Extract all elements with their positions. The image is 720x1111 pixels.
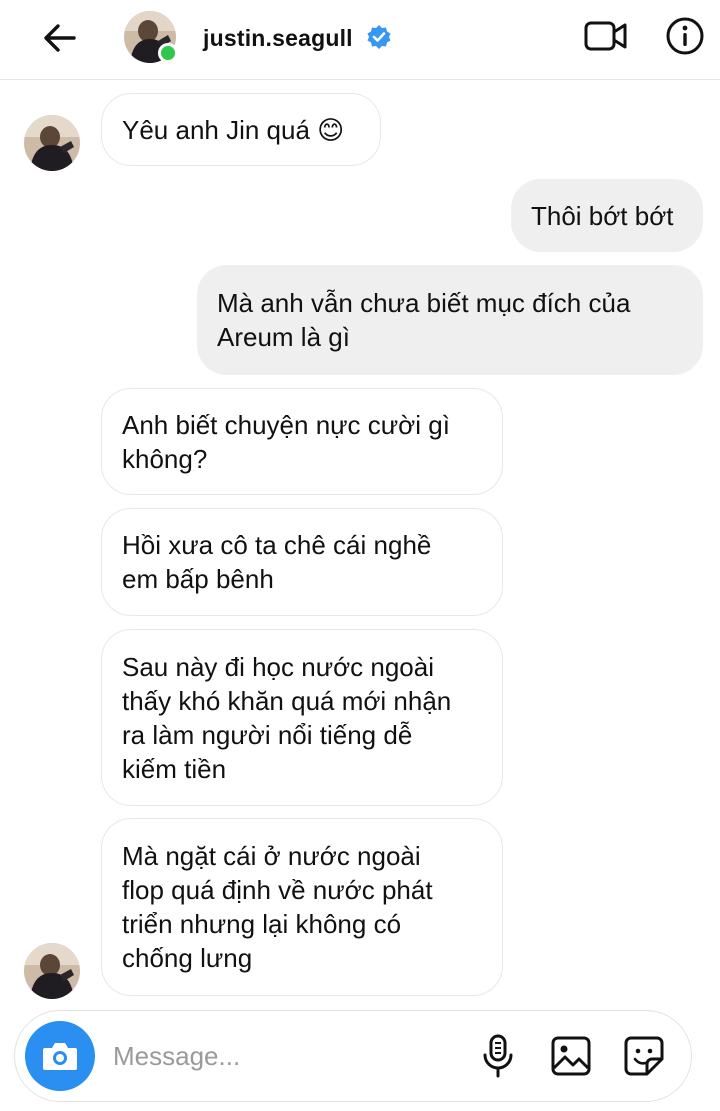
video-call-button[interactable]: [583, 16, 629, 56]
message-text: Hồi xưa cô ta chê cái nghề em bấp bênh: [122, 530, 432, 594]
message-input[interactable]: [113, 1031, 443, 1081]
voice-message-button[interactable]: [478, 1033, 518, 1079]
message-text: Yêu anh Jin quá 😊: [122, 114, 345, 145]
message-bubble-incoming[interactable]: Anh biết chuyện nực cười gì không?: [101, 388, 503, 495]
message-bubble-incoming[interactable]: Yêu anh Jin quá 😊: [101, 93, 381, 166]
camera-icon: [43, 1043, 77, 1070]
verified-badge-icon: [367, 25, 391, 49]
microphone-icon: [483, 1034, 513, 1078]
message-bubble-outgoing[interactable]: Mà anh vẫn chưa biết mục đích của Areum …: [197, 265, 703, 375]
sticker-icon: [624, 1036, 664, 1076]
message-bubble-incoming[interactable]: Hồi xưa cô ta chê cái nghề em bấp bênh: [101, 508, 503, 616]
info-icon: [666, 17, 704, 55]
message-text: Anh biết chuyện nực cười gì không?: [122, 409, 450, 474]
contact-username[interactable]: justin.seagull: [203, 25, 353, 52]
back-button[interactable]: [38, 18, 82, 58]
gallery-icon: [551, 1036, 591, 1076]
message-text: Mà anh vẫn chưa biết mục đích của Areum …: [217, 288, 631, 352]
message-bubble-incoming[interactable]: Mà ngặt cái ở nước ngoài flop quá định v…: [101, 818, 503, 996]
video-call-icon: [584, 21, 627, 51]
online-status-dot: [158, 43, 178, 63]
message-bubble-outgoing[interactable]: Thôi bớt bớt: [511, 179, 703, 252]
sticker-button[interactable]: [623, 1035, 665, 1077]
sender-avatar[interactable]: [24, 943, 80, 999]
chat-header: justin.seagull: [0, 0, 720, 80]
message-text: Sau này đi học nước ngoài thấy khó khăn …: [122, 651, 452, 784]
gallery-button[interactable]: [550, 1035, 592, 1077]
info-button[interactable]: [665, 16, 705, 56]
message-bubble-incoming[interactable]: Sau này đi học nước ngoài thấy khó khăn …: [101, 629, 503, 806]
message-text: Thôi bớt bớt: [531, 200, 674, 231]
arrow-left-icon: [44, 24, 76, 52]
sender-avatar[interactable]: [24, 115, 80, 171]
message-composer: [14, 1010, 692, 1102]
message-text: Mà ngặt cái ở nước ngoài flop quá định v…: [122, 841, 433, 973]
camera-button[interactable]: [25, 1021, 95, 1091]
